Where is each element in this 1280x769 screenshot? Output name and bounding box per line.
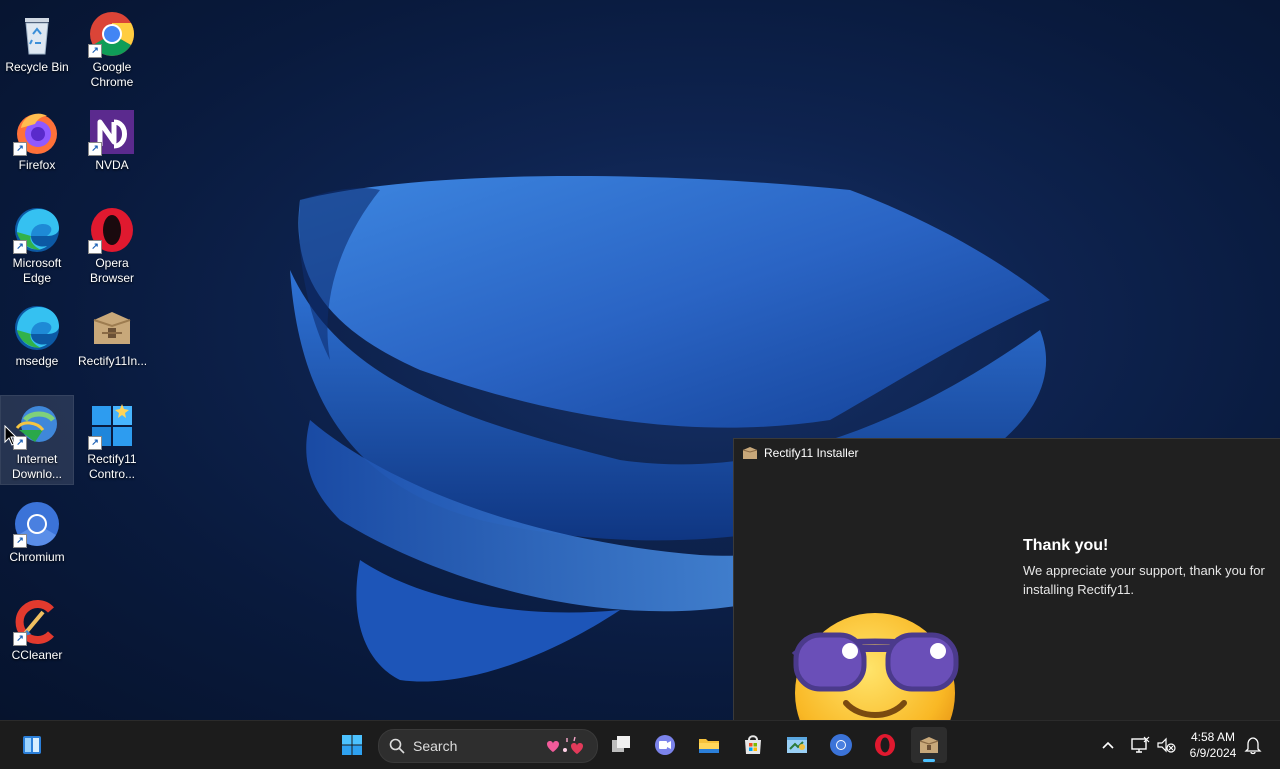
desktop: Recycle Bin ↗ Google Chrome ↗ Firefox ↗ … [0,0,1280,720]
desktop-icon-label: NVDA [95,158,129,172]
start-button[interactable] [334,727,370,763]
mouse-cursor-icon [4,425,18,446]
desktop-icon-firefox[interactable]: ↗ Firefox [1,102,73,190]
chromium-icon [830,734,852,756]
desktop-icon-label: Rectify11 Contro... [87,452,137,481]
opera-taskbar-button[interactable] [867,727,903,763]
file-explorer-button[interactable] [691,727,727,763]
rectify11-installer-icon [919,737,939,753]
recycle-bin-icon [13,10,61,58]
teams-button[interactable] [647,727,683,763]
clock-time: 4:58 AM [1190,730,1236,744]
search-icon [389,738,405,754]
search-label: Search [413,738,458,754]
notifications-icon[interactable] [1243,735,1263,755]
desktop-icon-ccleaner[interactable]: ↗ CCleaner [1,592,73,680]
network-icon[interactable] [1130,735,1150,755]
desktop-icon-label: Microsoft Edge [12,256,62,285]
desktop-icon-rectify11-installer[interactable]: Rectify11In... [76,298,148,386]
edge-icon [13,304,61,352]
search-highlight-hearts-icon [547,736,583,754]
desktop-icon-label: msedge [15,354,59,368]
shortcut-arrow-icon: ↗ [13,142,27,156]
rectify11-installer-taskbar-button[interactable] [911,727,947,763]
microsoft-store-button[interactable] [735,727,771,763]
shortcut-arrow-icon: ↗ [13,240,27,254]
desktop-icon-chromium[interactable]: ↗ Chromium [1,494,73,582]
desktop-icon-recycle-bin[interactable]: Recycle Bin [1,4,73,92]
start-icon [342,735,362,755]
taskbar: Search 4:58 AM 6/9/2024 [0,720,1280,769]
edge-icon: ↗ [13,206,61,254]
desktop-icon-label: Firefox [18,158,56,172]
taskbar-search-box[interactable]: Search [378,729,598,763]
store-icon [745,735,761,754]
chromium-icon: ↗ [13,500,61,548]
file-explorer-icon [699,739,719,753]
task-view-icon [612,736,630,752]
desktop-icon-rectify11-control-center[interactable]: ↗ Rectify11 Contro... [76,396,148,484]
shortcut-arrow-icon: ↗ [88,142,102,156]
windows-logo-icon: ↗ [88,402,136,450]
shortcut-arrow-icon: ↗ [88,44,102,58]
control-panel-icon [787,737,807,753]
rectify11-installer-window[interactable]: Rectify11 Installer Thank you! We apprec… [733,438,1280,720]
internet-download-manager-icon: ↗ [13,402,61,450]
desktop-icon-microsoft-edge[interactable]: ↗ Microsoft Edge [1,200,73,288]
package-icon [88,304,136,352]
chrome-icon: ↗ [88,10,136,58]
shortcut-arrow-icon: ↗ [13,534,27,548]
teams-icon [655,735,675,755]
package-icon [742,447,758,459]
desktop-icon-nvda[interactable]: ↗ NVDA [76,102,148,190]
volume-muted-icon[interactable] [1156,735,1176,755]
desktop-icon-msedge[interactable]: msedge [1,298,73,386]
active-app-indicator [923,759,935,762]
firefox-icon: ↗ [13,108,61,156]
sunglasses-emoji-icon [791,613,959,720]
shortcut-arrow-icon: ↗ [13,632,27,646]
desktop-icon-label: Chromium [9,550,65,564]
desktop-icon-google-chrome[interactable]: ↗ Google Chrome [76,4,148,92]
installer-heading: Thank you! [1023,537,1109,554]
shortcut-arrow-icon: ↗ [88,240,102,254]
installer-title: Rectify11 Installer [764,446,859,460]
shortcut-arrow-icon: ↗ [88,436,102,450]
opera-icon [875,734,895,756]
ccleaner-icon: ↗ [13,598,61,646]
desktop-icon-label: Internet Downlo... [11,452,63,481]
installer-message: We appreciate your support, thank you fo… [1023,563,1265,597]
clock-date: 6/9/2024 [1189,746,1237,760]
show-hidden-icons-chevron-icon[interactable] [1098,735,1118,755]
desktop-icon-label: CCleaner [11,648,63,662]
desktop-icon-label: Rectify11In... [78,354,148,368]
chromium-taskbar-button[interactable] [823,727,859,763]
widgets-button[interactable] [14,727,50,763]
taskbar-clock[interactable]: 4:58 AM 6/9/2024 [1183,729,1243,761]
desktop-icon-label: Opera Browser [89,256,134,285]
task-view-button[interactable] [603,727,639,763]
control-panel-button[interactable] [779,727,815,763]
desktop-icon-label: Google Chrome [90,60,134,89]
desktop-icon-label: Recycle Bin [5,60,69,74]
opera-icon: ↗ [88,206,136,254]
nvda-icon: ↗ [88,108,136,156]
widgets-icon [23,736,41,754]
desktop-icon-opera-browser[interactable]: ↗ Opera Browser [76,200,148,288]
installer-titlebar[interactable]: Rectify11 Installer [734,439,1280,467]
